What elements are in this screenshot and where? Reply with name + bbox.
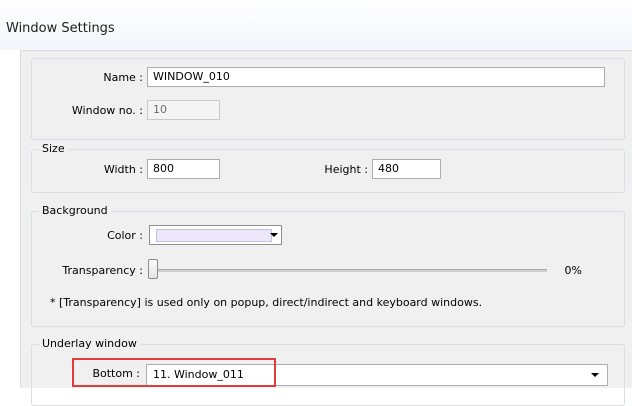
title-bar: Window Settings bbox=[0, 0, 632, 50]
underlay-legend: Underlay window bbox=[39, 337, 140, 350]
chevron-down-icon bbox=[591, 373, 599, 377]
color-label: Color : bbox=[107, 229, 143, 242]
height-input[interactable]: 480 bbox=[372, 159, 441, 179]
highlight-box bbox=[72, 358, 276, 387]
window-no-label: Window no. : bbox=[71, 104, 143, 117]
window-title: Window Settings bbox=[6, 21, 115, 36]
color-swatch bbox=[156, 229, 272, 242]
width-label: Width : bbox=[103, 163, 143, 176]
background-legend: Background bbox=[39, 204, 111, 217]
transparency-slider-track[interactable] bbox=[152, 269, 547, 272]
transparency-label: Transparency : bbox=[62, 264, 143, 277]
chevron-down-icon bbox=[270, 233, 278, 237]
color-picker[interactable] bbox=[149, 225, 282, 245]
height-label: Height : bbox=[324, 163, 368, 176]
window-no-input: 10 bbox=[147, 100, 220, 120]
size-legend: Size bbox=[39, 142, 68, 155]
transparency-note: * [Transparency] is used only on popup, … bbox=[50, 296, 483, 309]
width-input[interactable]: 800 bbox=[147, 159, 220, 179]
transparency-value: 0% bbox=[564, 264, 582, 277]
name-label: Name : bbox=[103, 71, 143, 84]
transparency-slider-thumb[interactable] bbox=[148, 259, 158, 279]
name-input[interactable]: WINDOW_010 bbox=[147, 67, 605, 87]
